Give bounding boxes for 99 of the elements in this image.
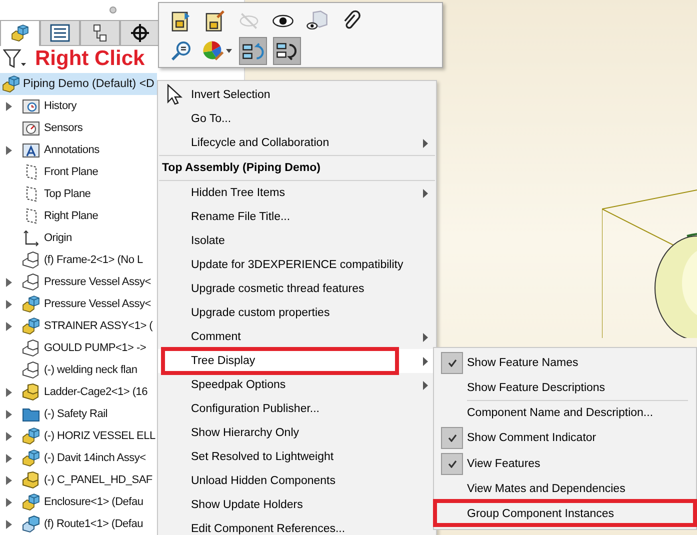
caret-icon [226,49,232,53]
part-icon [22,273,40,291]
tree-item[interactable]: (f) Route1<1> (Defau [44,518,143,530]
toolbar-button[interactable] [239,37,267,65]
menu-item[interactable]: Show Update Holders [158,493,436,517]
annotation-text: Right Click [35,46,145,71]
menu-item[interactable]: Rename File Title... [158,205,436,229]
block-icon [22,471,40,489]
tree-item[interactable]: Front Plane [44,166,98,178]
toolbar-button[interactable] [273,37,301,65]
expand-arrow-icon[interactable] [6,476,12,484]
menu-item[interactable]: View Features [434,451,696,477]
eye-slash-icon [238,10,260,32]
tree-item[interactable]: (-) Davit 14inch Assy< [44,452,146,464]
menu-item[interactable]: Edit Component References... [158,517,436,535]
tree-item[interactable]: Origin [44,232,72,244]
expand-arrow-icon[interactable] [6,498,12,506]
panel-tab[interactable] [120,20,160,46]
menu-item[interactable]: Upgrade custom properties [158,301,436,325]
assembly-icon [22,295,40,313]
expand-arrow-icon[interactable] [6,322,12,330]
menu-item[interactable]: Speedpak Options [158,373,436,397]
expand-arrow-icon[interactable] [6,278,12,286]
part-icon [22,339,40,357]
block-icon [22,383,40,401]
expand-arrow-icon[interactable] [6,102,12,110]
expand-arrow-icon[interactable] [6,410,12,418]
folder-gauge-icon [22,119,40,137]
tree-item[interactable]: (-) Safety Rail [44,408,108,420]
menu-item[interactable]: Lifecycle and Collaboration [158,131,436,155]
menu-item[interactable]: Show Feature Names [434,350,696,376]
pointer-icon [165,84,185,106]
menu-item[interactable]: Show Comment Indicator [434,425,696,451]
panel-tab[interactable] [40,20,80,46]
tree-item[interactable]: History [44,100,76,112]
tree-item[interactable]: Enclosure<1> (Defau [44,496,144,508]
panel-tab[interactable] [80,20,120,46]
crosshair-icon [131,24,149,42]
tree-expand-icon [242,40,264,62]
assembly-icon [2,75,20,93]
tree-item[interactable]: (-) HORIZ VESSEL ELL [44,430,156,442]
menu-item[interactable]: Hidden Tree Items [158,181,436,205]
grip-icon [109,6,117,14]
assembly-icon [22,449,40,467]
menu-item[interactable]: Isolate [158,229,436,253]
menu-item[interactable]: Component Name and Description... [434,401,696,425]
expand-arrow-icon[interactable] [6,146,12,154]
panel-tab[interactable] [0,20,40,46]
part-icon [22,251,40,269]
tree-item[interactable]: Ladder-Cage2<1> (16 [44,386,148,398]
menu-item[interactable]: Configuration Publisher... [158,397,436,421]
route-assembly-icon [22,515,40,533]
folder-clock-icon [22,97,40,115]
assembly-icon [22,317,40,335]
tree-item[interactable]: Annotations [44,144,100,156]
tree-item[interactable]: Top Plane [44,188,91,200]
menu-item[interactable]: Unload Hidden Components [158,469,436,493]
property-list-icon [50,24,70,42]
tree-item[interactable]: Right Plane [44,210,98,222]
document-arrow-icon [170,10,192,32]
tree-item[interactable]: (-) C_PANEL_HD_SAF [44,474,152,486]
menu-item[interactable]: Set Resolved to Lightweight [158,445,436,469]
menu-item[interactable]: Show Feature Descriptions [434,376,696,400]
filter-icon [3,48,27,69]
assembly-icon [22,427,40,445]
expand-arrow-icon[interactable] [6,432,12,440]
folder-annotation-icon [22,141,40,159]
origin-icon [22,229,40,247]
menu-header: Top Assembly (Piping Demo) [161,161,322,176]
tree-item[interactable]: (f) Frame-2<1> (No L [44,254,143,266]
menu-item[interactable]: Go To... [158,107,436,131]
tree-item[interactable]: Pressure Vessel Assy< [44,276,151,288]
expand-arrow-icon[interactable] [6,454,12,462]
cube-eye-icon [306,10,328,32]
menu-item[interactable]: View Mates and Dependencies [434,477,696,501]
configuration-tree-icon [91,24,109,42]
expand-arrow-icon[interactable] [6,300,12,308]
part-icon [22,361,40,379]
expand-arrow-icon[interactable] [6,520,12,528]
tree-item[interactable]: Pressure Vessel Assy< [44,298,151,310]
document-pencil-icon [204,10,226,32]
menu-item[interactable]: Update for 3DEXPERIENCE compatibility [158,253,436,277]
tree-item[interactable]: Piping Demo (Default) <D [0,73,157,95]
tree-collapse-icon [276,40,298,62]
menu-item[interactable]: Comment [158,325,436,349]
menu-item[interactable]: Invert Selection [158,83,436,107]
tree-item[interactable]: STRAINER ASSY<1> ( [44,320,153,332]
assembly-icon [11,24,29,42]
menu-item[interactable]: Show Hierarchy Only [158,421,436,445]
assembly-icon [22,493,40,511]
color-wheel-icon [202,40,224,62]
tree-item[interactable]: (-) welding neck flan [44,364,138,376]
menu-item[interactable]: Group Component Instances [434,501,696,527]
menu-item[interactable]: Tree Display [158,349,436,373]
tree-item[interactable]: Sensors [44,122,83,134]
zoom-icon [170,40,192,62]
expand-arrow-icon[interactable] [6,388,12,396]
menu-item[interactable]: Upgrade cosmetic thread features [158,277,436,301]
tree-item[interactable]: GOULD PUMP<1> -> [44,342,146,354]
